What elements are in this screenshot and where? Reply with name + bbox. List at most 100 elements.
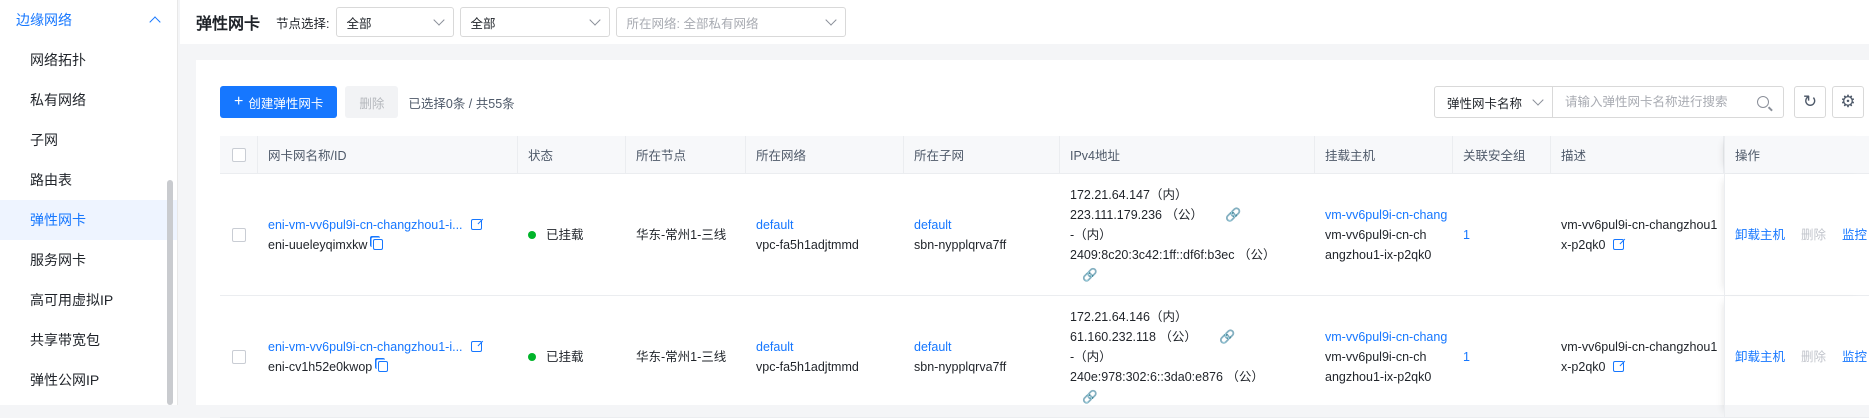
network-link[interactable]: default — [756, 337, 904, 357]
sidebar-item-topology[interactable]: 网络拓扑 — [0, 40, 177, 80]
node-cell: 华东-常州1-三线 — [636, 227, 727, 242]
subnet-link[interactable]: default — [914, 215, 1060, 235]
name-cell: eni-vm-vv6pul9i-cn-changzhou1-i... eni-c… — [258, 296, 518, 417]
column-header-network[interactable]: 所在网络 — [746, 136, 904, 173]
description-line: vm-vv6pul9i-cn-changzhou1 — [1561, 339, 1718, 354]
security-group-count-link[interactable]: 1 — [1463, 347, 1551, 367]
column-header-security-group[interactable]: 关联安全组 — [1453, 136, 1551, 173]
region-select[interactable]: 全部 — [335, 7, 454, 37]
edit-icon[interactable] — [1613, 360, 1625, 372]
sidebar-item-shared-bandwidth[interactable]: 共享带宽包 — [0, 320, 177, 360]
unmount-host-button[interactable]: 卸载主机 — [1735, 225, 1785, 245]
status-dot-icon — [528, 230, 536, 239]
column-header-subnet[interactable]: 所在子网 — [904, 136, 1060, 173]
chevron-up-icon — [149, 16, 161, 28]
monitor-button[interactable]: 监控 — [1842, 225, 1867, 245]
ipv4-public: 223.111.179.236 （公） — [1070, 207, 1203, 222]
sidebar-item-label: 共享带宽包 — [30, 332, 100, 348]
refresh-icon: ↻ — [1802, 92, 1818, 111]
page-title: 弹性网卡 — [196, 16, 261, 33]
search-type-value: 弹性网卡名称 — [1447, 96, 1523, 111]
ipv4-public: 61.160.232.118 （公） — [1070, 329, 1197, 344]
delete-row-button[interactable]: 删除 — [1801, 347, 1826, 367]
network-id: vpc-fa5h1adjtmmd — [756, 359, 859, 374]
subnet-id: sbn-nypplqrva7ff — [914, 359, 1007, 374]
search-input[interactable] — [1553, 95, 1757, 109]
sidebar-item-havip[interactable]: 高可用虚拟IP — [0, 280, 177, 320]
host-link[interactable]: vm-vv6pul9i-cn-chang — [1325, 205, 1453, 225]
column-header-ipv4[interactable]: IPv4地址 — [1060, 136, 1315, 173]
edit-icon[interactable] — [470, 340, 482, 352]
sidebar: 边缘网络 网络拓扑 私有网络 子网 路由表 弹性网卡 服务网卡 高可用虚拟IP … — [0, 0, 178, 405]
sidebar-item-vpc[interactable]: 私有网络 — [0, 80, 177, 120]
sidebar-scrollbar[interactable] — [167, 180, 173, 405]
sidebar-item-service-nic[interactable]: 服务网卡 — [0, 240, 177, 280]
edit-icon[interactable] — [1613, 238, 1625, 250]
link-icon[interactable]: 🔗 — [1070, 265, 1315, 285]
select-all-checkbox[interactable] — [231, 147, 246, 162]
name-cell: eni-vm-vv6pul9i-cn-changzhou1-i... eni-u… — [258, 174, 518, 295]
header-bar: 弹性网卡 节点选择: 全部 全部 所在网络: 全部私有网络 — [180, 0, 1869, 44]
search-type-select[interactable]: 弹性网卡名称 — [1435, 87, 1553, 117]
ipv4-cell: 172.21.64.147（内） 223.111.179.236 （公） 🔗 -（… — [1060, 174, 1315, 295]
column-header-node[interactable]: 所在节点 — [626, 136, 746, 173]
create-eni-button[interactable]: + 创建弹性网卡 — [220, 86, 338, 118]
node-select[interactable]: 全部 — [459, 7, 610, 37]
host-name-line: angzhou1-ix-p2qk0 — [1325, 369, 1432, 384]
chevron-down-icon — [432, 14, 445, 26]
selection-count: 已选择0条 / 共55条 — [408, 96, 515, 111]
delete-row-button[interactable]: 删除 — [1801, 225, 1826, 245]
actions-cell: 卸载主机 删除 监控 — [1724, 174, 1869, 295]
sidebar-group-edge-network[interactable]: 边缘网络 — [0, 0, 177, 40]
delete-label: 删除 — [359, 96, 385, 111]
host-name-line: vm-vv6pul9i-cn-ch — [1325, 227, 1427, 242]
eni-name-link[interactable]: eni-vm-vv6pul9i-cn-changzhou1-i... — [268, 218, 463, 232]
column-header-description[interactable]: 描述 — [1551, 136, 1724, 173]
sidebar-item-subnet[interactable]: 子网 — [0, 120, 177, 160]
search-icon[interactable] — [1757, 96, 1769, 108]
row-checkbox[interactable] — [232, 227, 246, 242]
copy-icon[interactable] — [373, 238, 384, 250]
link-icon[interactable]: 🔗 — [1219, 327, 1235, 347]
network-link[interactable]: default — [756, 215, 904, 235]
edit-icon[interactable] — [470, 218, 482, 230]
column-header-name[interactable]: 网卡网名称/ID — [258, 136, 518, 173]
actions-cell: 卸载主机 删除 监控 — [1724, 296, 1869, 417]
refresh-button[interactable]: ↻ — [1794, 86, 1826, 118]
link-icon[interactable]: 🔗 — [1225, 205, 1241, 225]
chevron-down-icon — [588, 14, 601, 26]
row-checkbox[interactable] — [232, 349, 246, 364]
node-cell: 华东-常州1-三线 — [636, 349, 727, 364]
status-cell: 已挂载 — [518, 174, 626, 295]
sidebar-item-route-table[interactable]: 路由表 — [0, 160, 177, 200]
host-name-line: angzhou1-ix-p2qk0 — [1325, 247, 1432, 262]
sidebar-item-label: 弹性网卡 — [30, 212, 86, 228]
link-icon[interactable]: 🔗 — [1070, 387, 1315, 407]
sidebar-item-eni[interactable]: 弹性网卡 — [0, 200, 177, 240]
host-link[interactable]: vm-vv6pul9i-cn-chang — [1325, 327, 1453, 347]
row-select-cell — [220, 174, 258, 295]
copy-icon[interactable] — [378, 360, 389, 372]
monitor-button[interactable]: 监控 — [1842, 347, 1867, 367]
toolbar: + 创建弹性网卡 删除 已选择0条 / 共55条 — [220, 86, 515, 118]
table-row: eni-vm-vv6pul9i-cn-changzhou1-i... eni-u… — [220, 174, 1869, 296]
security-group-count-link[interactable]: 1 — [1463, 225, 1551, 245]
status-text: 已挂载 — [546, 227, 584, 242]
description-cell: vm-vv6pul9i-cn-changzhou1 x-p2qk0 — [1551, 296, 1724, 417]
eni-name-link[interactable]: eni-vm-vv6pul9i-cn-changzhou1-i... — [268, 340, 463, 354]
network-select[interactable]: 所在网络: 全部私有网络 — [615, 7, 846, 37]
unmount-host-button[interactable]: 卸载主机 — [1735, 347, 1785, 367]
node-filter-label: 节点选择: — [276, 16, 330, 31]
column-header-status[interactable]: 状态 — [518, 136, 626, 173]
plus-icon: + — [234, 93, 244, 110]
description-line: x-p2qk0 — [1561, 237, 1606, 252]
sidebar-item-label: 网络拓扑 — [30, 52, 86, 68]
chevron-down-icon — [824, 14, 837, 26]
delete-button[interactable]: 删除 — [345, 86, 399, 118]
sidebar-item-eip[interactable]: 弹性公网IP — [0, 360, 177, 400]
sidebar-item-label: 弹性公网IP — [30, 372, 100, 388]
column-header-host[interactable]: 挂载主机 — [1315, 136, 1453, 173]
description-line: vm-vv6pul9i-cn-changzhou1 — [1561, 217, 1718, 232]
settings-button[interactable]: ⚙ — [1832, 86, 1864, 118]
subnet-link[interactable]: default — [914, 337, 1060, 357]
